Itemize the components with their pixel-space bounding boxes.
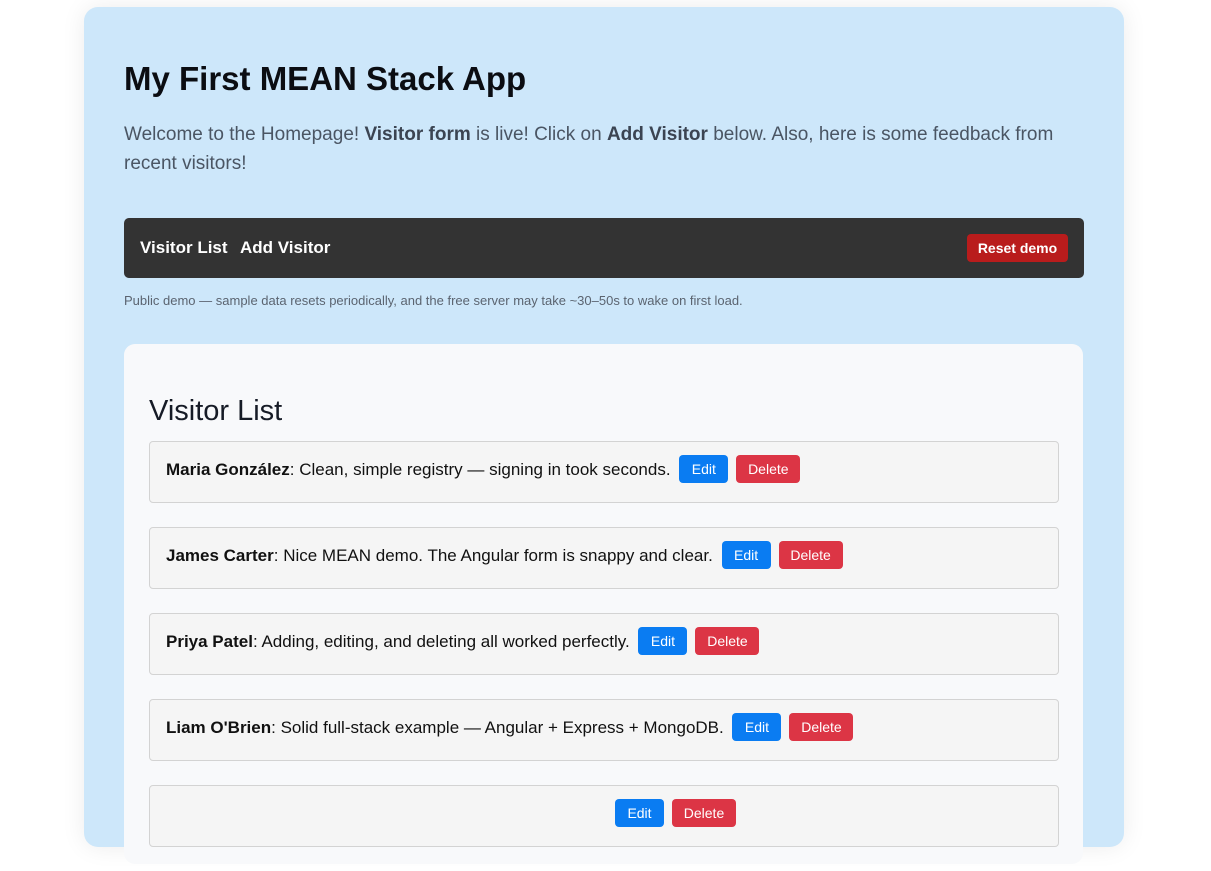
demo-note: Public demo — sample data resets periodi… [124,293,743,308]
nav-link-visitor-list[interactable]: Visitor List [140,237,228,259]
nav-link-add-visitor[interactable]: Add Visitor [240,237,330,259]
visitor-name: James Carter [166,546,274,565]
visitor-item: Liam O'Brien: Solid full-stack example —… [149,699,1059,761]
page-title: My First MEAN Stack App [124,60,527,97]
visitor-list-panel: Visitor List Maria González: Clean, simp… [124,344,1083,864]
delete-button[interactable]: Delete [672,798,736,827]
intro-text-part: Welcome to the Homepage! [124,124,365,145]
delete-button[interactable]: Delete [736,454,801,483]
app-container: My First MEAN Stack App Welcome to the H… [84,7,1124,864]
intro-text: Welcome to the Homepage! Visitor form is… [124,120,1074,178]
delete-button[interactable]: Delete [789,712,854,741]
navbar: Visitor List Add Visitor Reset demo [124,218,1084,278]
edit-button[interactable]: Edit [721,540,771,569]
visitor-comment: Clean, simple registry — signing in took… [299,460,671,479]
edit-button[interactable]: Edit [615,798,664,827]
edit-button[interactable]: Edit [638,626,688,655]
delete-button[interactable]: Delete [778,540,843,569]
reset-demo-button[interactable]: Reset demo [967,234,1068,262]
intro-highlight-visitor-form: Visitor form [364,124,471,145]
visitor-name: Priya Patel [166,632,253,651]
visitor-item: Edit Delete [149,785,1059,847]
intro-text-part: is live! Click on [470,124,607,145]
visitor-comment: Adding, editing, and deleting all worked… [261,632,630,651]
visitor-list-title: Visitor List [149,395,283,427]
edit-button[interactable]: Edit [732,712,782,741]
visitor-comment: Nice MEAN demo. The Angular form is snap… [283,546,713,565]
visitor-name: Liam O'Brien [166,718,272,737]
edit-button[interactable]: Edit [679,454,729,483]
visitor-item: Maria González: Clean, simple registry —… [149,441,1059,503]
visitor-item: Priya Patel: Adding, editing, and deleti… [149,613,1059,675]
delete-button[interactable]: Delete [695,626,760,655]
visitor-comment: Solid full-stack example — Angular + Exp… [280,718,724,737]
visitor-name: Maria González [166,460,290,479]
visitor-item: James Carter: Nice MEAN demo. The Angula… [149,527,1059,589]
intro-highlight-add-visitor: Add Visitor [606,124,708,145]
